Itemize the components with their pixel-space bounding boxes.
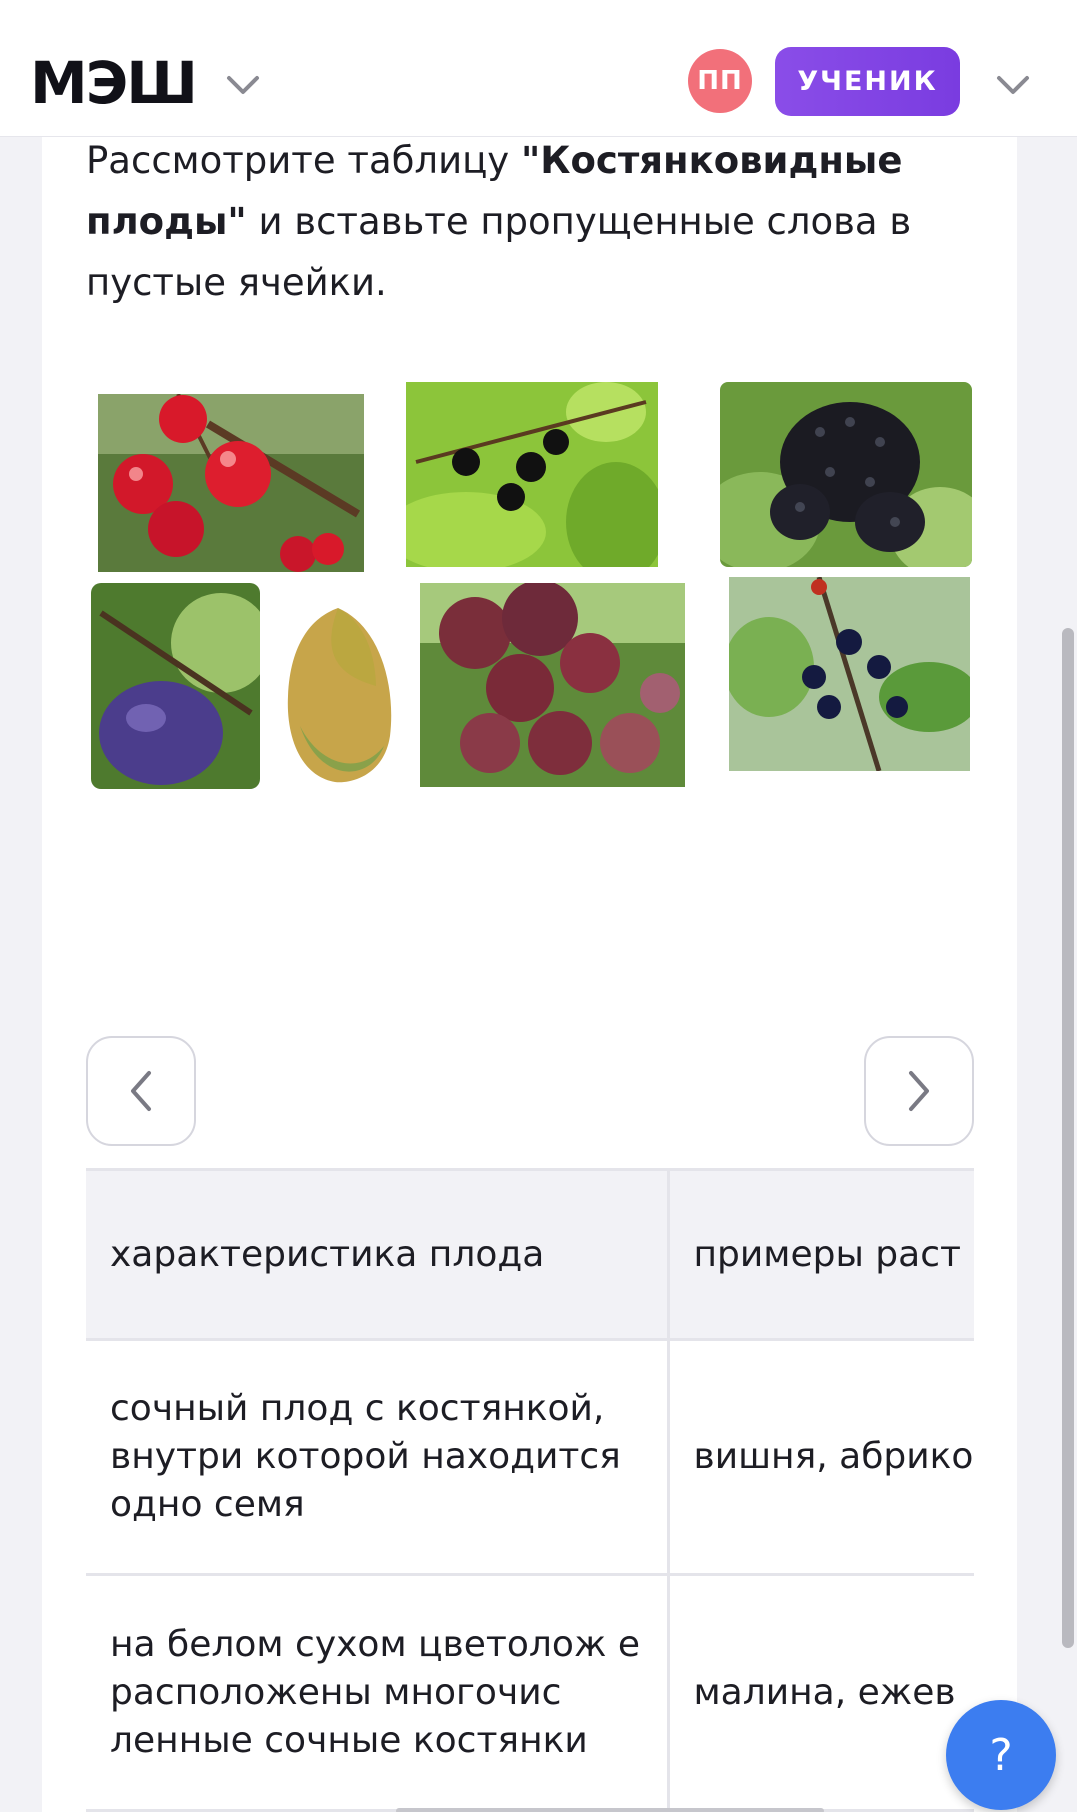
table-header-row: характеристика плода примеры раст <box>86 1168 974 1341</box>
buckthorn-photo <box>729 577 970 771</box>
cherry-photo <box>98 394 364 572</box>
role-button[interactable]: УЧЕНИК <box>775 47 960 116</box>
horizontal-scrollbar[interactable] <box>396 1808 824 1812</box>
table-cell: вишня, абрико <box>668 1339 974 1576</box>
elderberry-photo <box>720 382 972 567</box>
table-row: на белом сухом цветолож е расположены мн… <box>86 1574 974 1812</box>
table-row: сочный плод с костянкой, внутри которой … <box>86 1339 974 1576</box>
chevron-down-icon[interactable] <box>993 66 1033 106</box>
table-header-cell: характеристика плода <box>86 1168 670 1341</box>
cherry-plum-photo <box>420 583 685 787</box>
chevron-left-icon <box>131 1071 151 1111</box>
vertical-scrollbar[interactable] <box>1062 628 1074 1648</box>
question-text: Рассмотрите таблицу "Костянковидные плод… <box>86 130 986 313</box>
question-text-part: Рассмотрите таблицу <box>86 139 521 182</box>
table-cell: на белом сухом цветолож е расположены мн… <box>86 1574 670 1812</box>
bird-cherry-photo <box>406 382 658 567</box>
table-header-cell: примеры раст <box>668 1168 974 1341</box>
top-header: МЭШ ПП УЧЕНИК <box>0 0 1077 137</box>
help-button[interactable]: ? <box>946 1700 1056 1810</box>
table-cell: малина, ежев <box>668 1574 974 1812</box>
table-cell: сочный плод с костянкой, внутри которой … <box>86 1339 670 1576</box>
gallery-next-button[interactable] <box>864 1036 974 1146</box>
chevron-right-icon <box>909 1071 929 1111</box>
mesh-logo[interactable]: МЭШ <box>30 50 198 116</box>
plum-photo <box>91 583 260 789</box>
fruits-table: характеристика плода примеры раст сочный… <box>86 1168 974 1812</box>
gallery-prev-button[interactable] <box>86 1036 196 1146</box>
chevron-down-icon[interactable] <box>223 66 263 106</box>
avatar[interactable]: ПП <box>688 49 752 113</box>
mango-photo <box>280 606 398 786</box>
